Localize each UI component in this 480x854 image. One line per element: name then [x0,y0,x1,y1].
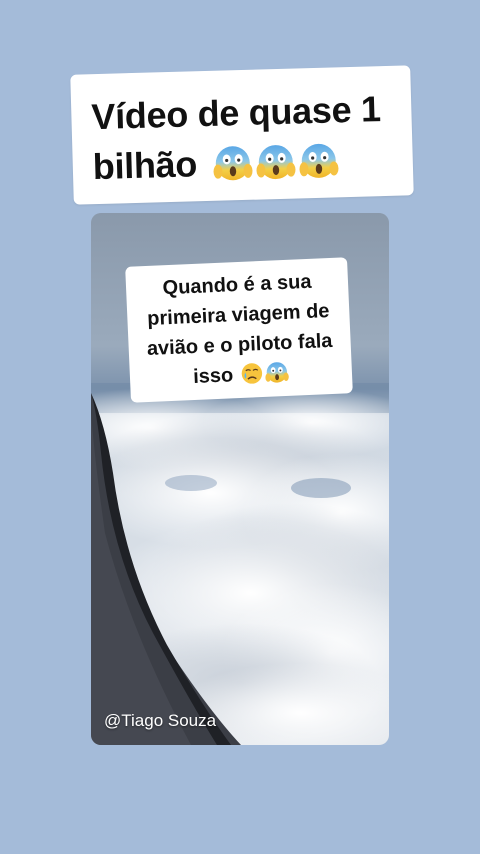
crying-face-icon [239,361,264,386]
caption-text: Quando é a sua primeira viagem de avião … [131,265,346,394]
face-screaming-in-fear-icon [298,141,339,182]
title-card: Vídeo de quase 1 bilhão [70,65,414,205]
caption-line-3: avião e o piloto fala [146,329,333,361]
caption-line-2: primeira viagem de [146,300,330,330]
title-text: Vídeo de quase 1 bilhão [91,84,404,195]
caption-card: Quando é a sua primeira viagem de avião … [125,257,353,403]
caption-line-1: Quando é a sua [162,270,312,300]
title-emojis [212,138,342,192]
caption-line-4: isso [192,364,234,389]
face-screaming-in-fear-icon [255,142,296,183]
title-line-2: bilhão [92,143,198,188]
face-screaming-in-fear-icon [212,143,253,184]
creator-credit: @Tiago Souza [104,711,217,730]
title-line-1: Vídeo de quase 1 [90,88,382,138]
face-screaming-in-fear-icon [264,360,289,385]
